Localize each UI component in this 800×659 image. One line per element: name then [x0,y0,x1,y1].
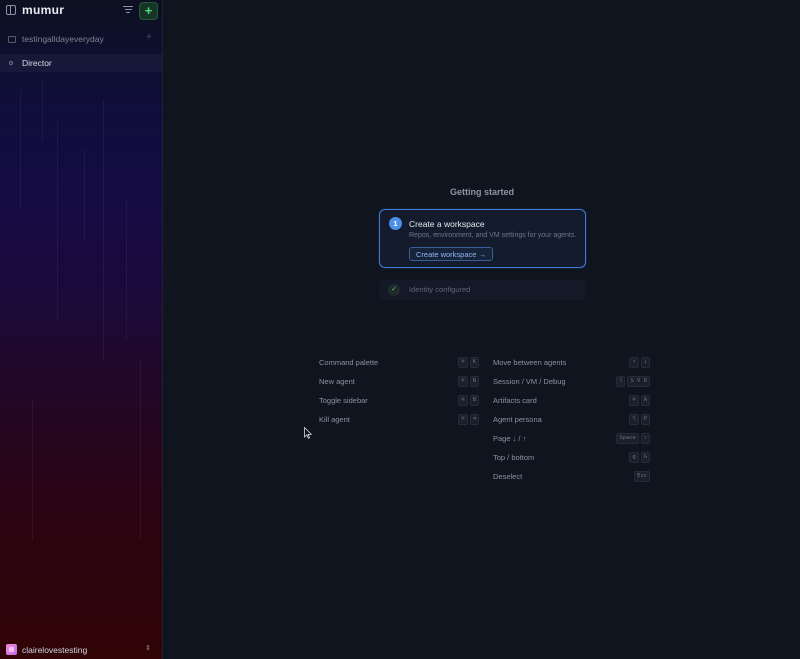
shortcut-row: Session / VM / Debug ⌥ S V D [493,376,650,388]
sidebar-header: mumur + [0,0,162,24]
shortcut-row: Command palette ⌘ K [319,357,479,369]
shortcut-row: Move between agents ↑ ↓ [493,357,650,369]
shortcut-row: Toggle sidebar ⌘ B [319,395,479,407]
shortcut-label: Page ↓ / ↑ [493,434,527,443]
shortcut-key: B [469,395,479,406]
shortcut-label: Deselect [493,472,523,481]
shortcut-key: ⌘ [458,376,468,387]
shortcut-key: g [629,452,639,463]
shortcut-key: ⌘ [458,414,468,425]
shortcut-label: Move between agents [493,358,567,367]
step-number-badge: 1 [389,217,402,230]
shortcut-key: K [469,357,479,368]
workspace-add-button[interactable]: + [146,32,152,43]
shortcut-label: Agent persona [493,415,542,424]
app-logo: mumur [22,3,65,17]
main-panel: Getting started 1 Create a workspace Rep… [164,0,800,659]
shortcut-row: Page ↓ / ↑ Space ⇧ [493,433,650,445]
shortcut-key: N [469,376,479,387]
shortcut-row: Top / bottom gG [493,452,650,464]
sidebar-toggle-icon[interactable] [6,5,16,15]
shortcut-key: A [640,395,650,406]
step-label: Identity configured [409,285,471,294]
shortcut-key: ⌘ [458,395,468,406]
avatar [6,644,17,655]
shortcut-label: New agent [319,377,355,386]
shortcut-key: ⌥ [629,414,639,425]
check-icon: ✓ [388,284,400,296]
filter-icon[interactable] [123,6,133,15]
shortcut-key: ↓ [640,357,650,368]
new-agent-button[interactable]: + [139,2,158,20]
step-description: Repos, environment, and VM settings for … [409,232,577,239]
agent-name: Director [22,58,52,68]
workspace-name: testingalldayeveryday [22,34,104,44]
shortcut-key: P [640,414,650,425]
folder-icon [8,36,16,43]
step-create-workspace: 1 Create a workspace Repos, environment,… [379,209,586,268]
shortcut-key: Esc [634,471,650,482]
shortcut-label: Top / bottom [493,453,535,462]
sidebar: mumur + testingalldayeveryday + Director… [0,0,163,659]
agent-status-icon [9,61,13,65]
shortcut-key: ⌥ [616,376,626,387]
shortcut-key: Space [616,433,639,444]
shortcut-key: ⌫ [469,414,479,425]
shortcut-row: New agent ⌘ N [319,376,479,388]
shortcut-label: Command palette [319,358,379,367]
mouse-cursor-icon [304,427,312,439]
shortcut-key: ⇧ [640,433,650,444]
shortcut-label: Artifacts card [493,396,537,405]
shortcut-label: Toggle sidebar [319,396,368,405]
create-workspace-button[interactable]: Create workspace → [409,247,494,261]
step-title: Create a workspace [409,219,485,229]
getting-started-title: Getting started [449,187,514,197]
sidebar-workspace-item[interactable]: testingalldayeveryday + [0,31,162,49]
shortcut-key: S V D [627,376,650,387]
shortcut-row: Agent persona ⌥ P [493,414,650,426]
chevron-updown-icon: ⇕ [145,645,151,652]
shortcut-row: Artifacts card ⌘ A [493,395,650,407]
shortcut-row: Kill agent ⌘ ⌫ [319,414,479,426]
shortcut-label: Session / VM / Debug [493,377,566,386]
shortcut-label: Kill agent [319,415,350,424]
sidebar-item-director[interactable]: Director [0,54,162,72]
user-menu[interactable]: clairelovestesting ⇕ [0,641,162,659]
shortcut-row: Deselect Esc [493,471,650,483]
shortcut-key: ⌘ [629,395,639,406]
user-name: clairelovestesting [22,645,88,655]
shortcut-key: ↑ [629,357,639,368]
shortcut-key: G [640,452,650,463]
step-identity-configured: ✓ Identity configured [379,280,586,300]
shortcut-key: ⌘ [458,357,468,368]
